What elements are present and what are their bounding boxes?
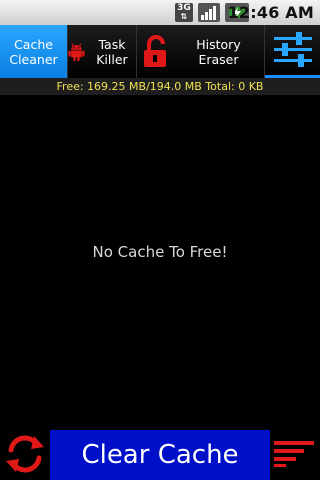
clock: 12:46 AM <box>227 3 314 22</box>
android-robot-icon <box>68 42 85 61</box>
tab-label: History Eraser <box>196 36 241 67</box>
tab-settings[interactable] <box>265 25 320 78</box>
tab-bar: Cache Cleaner Task Killer History Eraser <box>0 25 320 78</box>
cache-list-area: No Cache To Free! <box>0 95 320 430</box>
empty-message: No Cache To Free! <box>92 243 228 261</box>
tab-label: Cache Cleaner <box>9 36 58 67</box>
signal-icon <box>198 3 220 22</box>
clear-cache-button[interactable]: Clear Cache <box>50 430 270 480</box>
tab-history-eraser[interactable]: History Eraser <box>137 25 265 78</box>
network-3g-icon: 3G ⇅ <box>175 3 193 22</box>
menu-lines-icon[interactable] <box>272 440 316 468</box>
refresh-icon[interactable] <box>4 433 46 475</box>
tab-task-killer[interactable]: Task Killer <box>68 25 137 78</box>
padlock-icon <box>144 35 166 67</box>
tab-label: Task Killer <box>96 36 128 67</box>
status-bar: 3G ⇅ 12:46 AM <box>0 0 320 25</box>
sliders-icon <box>273 32 312 67</box>
tab-cache-cleaner[interactable]: Cache Cleaner <box>0 25 68 78</box>
memory-info-bar: Free: 169.25 MB/194.0 MB Total: 0 KB <box>0 78 320 95</box>
